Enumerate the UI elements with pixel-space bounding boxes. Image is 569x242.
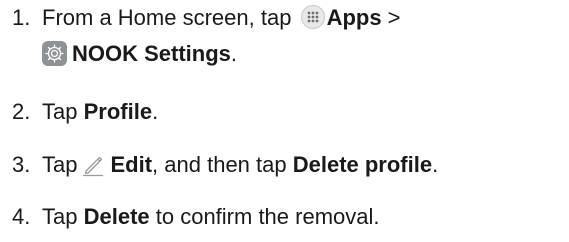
step-text-part: Tap <box>42 152 78 177</box>
step-number: 3. <box>12 152 31 177</box>
step-text-part: . <box>152 99 159 124</box>
step-text-part: , and then tap <box>152 152 293 177</box>
nook-settings-label: NOOK Settings <box>72 41 231 66</box>
profile-label: Profile <box>83 99 153 124</box>
step-text-part: From a Home screen, tap <box>42 5 292 30</box>
settings-gear-icon <box>42 40 67 66</box>
step-text: NOOK Settings. <box>42 37 237 71</box>
edit-label: Edit <box>110 152 153 177</box>
step-text-part: Tap <box>42 204 84 229</box>
instruction-steps: 1. From a Home screen, tap Apps > NOOK S… <box>0 0 569 242</box>
step-text-part: Tap <box>42 99 84 124</box>
step-number: 4. <box>12 204 31 229</box>
step-text-part: . <box>432 152 439 177</box>
delete-label: Delete <box>83 204 150 229</box>
apps-label: Apps <box>326 5 382 30</box>
step-number: 1. <box>12 5 31 30</box>
step-text-part: > <box>381 5 401 30</box>
delete-profile-label: Delete profile <box>292 152 433 177</box>
pencil-edit-icon <box>80 151 106 177</box>
step-text: Tap Delete to confirm the removal. <box>42 200 380 234</box>
step-number: 2. <box>12 99 31 124</box>
apps-icon <box>300 5 325 30</box>
step-text: Tap Edit, and then tap Delete profile. <box>42 148 438 182</box>
step-text: Tap Profile. <box>42 95 158 129</box>
step-text-part: . <box>230 41 238 66</box>
step-text: From a Home screen, tap Apps > <box>42 1 401 35</box>
step-text-part: to confirm the removal. <box>149 204 380 229</box>
